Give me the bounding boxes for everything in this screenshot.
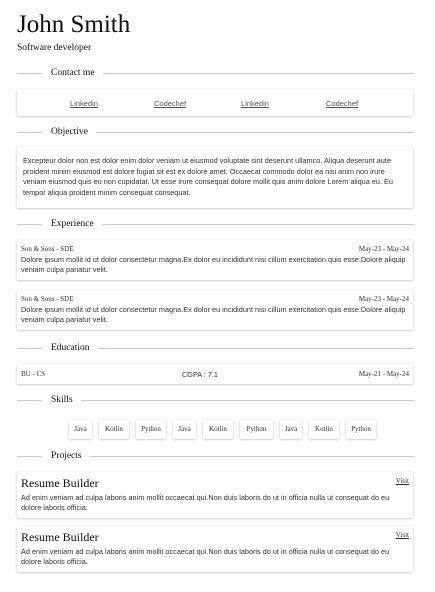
section-title-education: Education [51,343,90,353]
section-header-skills: Skills [17,393,414,407]
section-title-projects: Projects [51,451,82,461]
divider-line [89,455,414,457]
experience-org: Son & Sons - SDE [21,245,74,253]
codechef-link[interactable]: Codechef [326,99,358,108]
divider-line [102,72,414,74]
candidate-role: Software developer [17,43,92,53]
objective-text: Excepteur dolor non est dolor enim dolor… [23,156,393,197]
codechef-link[interactable]: Codechef [154,99,186,108]
experience-item: Son & Sons - SDE May-23 - May-24 Dolore … [17,290,413,330]
section-title-skills: Skills [51,395,73,405]
education-degree: BU - CS [21,370,46,378]
project-title: Resume Builder [21,476,99,490]
project-visit-link[interactable]: Visit [396,531,409,539]
divider-line [101,223,414,225]
experience-dates: May-23 - May-24 [358,245,409,253]
divider-line [17,455,42,457]
skill-chip: Python [240,420,273,439]
divider-line [95,131,414,133]
divider-line [17,347,42,349]
divider-line [17,72,42,74]
education-cgpa: CGPA : 7.1 [182,370,218,379]
project-card: Resume Builder Visit Ad enim veniam ad c… [17,472,413,518]
experience-description: Dolore ipsum mollit id ut dolor consecte… [21,255,406,274]
experience-description: Dolore ipsum mollit id ut dolor consecte… [21,305,406,324]
divider-line [80,399,414,401]
experience-dates: May-23 - May-24 [358,295,409,303]
section-header-contact: Contact me [17,66,414,80]
section-header-education: Education [17,341,414,355]
project-visit-link[interactable]: Visit [396,477,409,485]
section-header-objective: Objective [17,125,414,139]
section-title-contact: Contact me [51,68,95,78]
project-description: Ad enim veniam ad culpa laboris anim mol… [21,547,390,566]
section-title-objective: Objective [51,127,88,137]
skill-chip: Java [173,420,196,439]
skill-chip: Kotlin [99,420,129,439]
section-title-experience: Experience [51,219,94,229]
skill-chip: Java [69,420,92,439]
resume-page: John Smith Software developer Contact me… [0,0,435,592]
project-card: Resume Builder Visit Ad enim veniam ad c… [17,526,413,572]
skill-chip: Python [346,420,376,439]
project-description: Ad enim veniam ad culpa laboris anim mol… [21,493,390,512]
project-title: Resume Builder [21,530,99,544]
divider-line [17,399,42,401]
contact-card: Linkedin Codechef Linkedin Codechef [17,89,413,116]
skill-chip: Kotlin [203,420,233,439]
experience-org: Son & Sons - SDE [21,295,74,303]
objective-card: Excepteur dolor non est dolor enim dolor… [17,147,413,208]
education-dates: May-21 - May-24 [358,370,409,378]
divider-line [17,223,42,225]
education-card: BU - CS CGPA : 7.1 May-21 - May-24 [17,364,413,384]
candidate-name: John Smith [17,11,131,38]
experience-item: Son & Sons - SDE May-23 - May-24 Dolore … [17,240,413,280]
divider-line [97,347,414,349]
skill-chip: Python [136,420,166,439]
section-header-experience: Experience [17,217,414,231]
skill-chip: Java [280,420,302,439]
linkedin-link[interactable]: Linkedin [241,99,269,108]
skill-chip: Kotlin [309,420,339,439]
divider-line [17,131,42,133]
section-header-projects: Projects [17,449,414,463]
linkedin-link[interactable]: Linkedin [70,99,98,108]
